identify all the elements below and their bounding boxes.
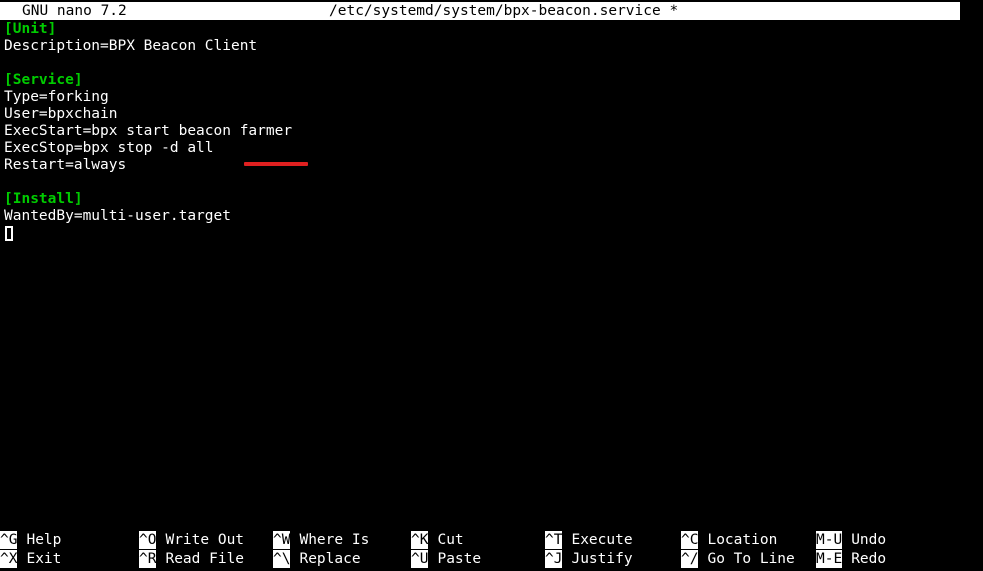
shortcut-cut[interactable]: ^K Cut [411, 531, 464, 549]
red-underline-annotation [244, 162, 308, 166]
shortcut-paste[interactable]: ^U Paste [411, 550, 481, 568]
config-section-header: [Unit] [4, 21, 57, 37]
shortcut-where-is[interactable]: ^W Where Is [273, 531, 369, 549]
config-line: Type=forking [4, 89, 109, 105]
config-line: Restart=always [4, 157, 127, 173]
shortcut-read-file[interactable]: ^R Read File [139, 550, 244, 568]
shortcut-label: Undo [851, 532, 887, 548]
editor-text-area[interactable]: [Unit] Description=BPX Beacon Client [Serv… [0, 21, 983, 521]
shortcut-key: ^\ [273, 550, 291, 568]
shortcut-label: Redo [851, 551, 887, 567]
shortcut-key: ^W [273, 531, 291, 549]
shortcut-label: Go To Line [707, 551, 795, 567]
shortcut-key: M-U [816, 531, 843, 549]
shortcut-help[interactable]: ^G Help [0, 531, 61, 549]
shortcut-label: Justify [571, 551, 633, 567]
shortcut-label: Paste [437, 551, 482, 567]
shortcut-label: Execute [571, 532, 633, 548]
config-line: ExecStart=bpx start beacon farmer [4, 123, 293, 139]
shortcut-key: M-E [816, 550, 843, 568]
shortcut-label: Location [707, 532, 778, 548]
shortcut-key: ^T [545, 531, 563, 549]
shortcut-exit[interactable]: ^X Exit [0, 550, 61, 568]
shortcut-label: Replace [299, 551, 361, 567]
shortcut-redo[interactable]: M-E Redo [816, 550, 886, 568]
config-section-header: [Install] [4, 191, 83, 207]
shortcut-label: Exit [26, 551, 62, 567]
shortcut-undo[interactable]: M-U Undo [816, 531, 886, 549]
shortcut-key: ^R [139, 550, 157, 568]
config-section-header: [Service] [4, 72, 83, 88]
shortcut-key: ^/ [681, 550, 699, 568]
config-line: ExecStop=bpx stop -d all [4, 140, 214, 156]
shortcut-justify[interactable]: ^J Justify [545, 550, 633, 568]
shortcut-label: Read File [165, 551, 245, 567]
shortcut-replace[interactable]: ^\ Replace [273, 550, 361, 568]
shortcut-key: ^X [0, 550, 18, 568]
shortcut-execute[interactable]: ^T Execute [545, 531, 633, 549]
shortcut-key: ^C [681, 531, 699, 549]
shortcut-label: Where Is [299, 532, 370, 548]
titlebar: GNU nano 7.2 /etc/systemd/system/bpx-bea… [0, 2, 960, 20]
shortcut-key: ^O [139, 531, 157, 549]
shortcut-key: ^J [545, 550, 563, 568]
text-cursor [5, 226, 13, 241]
nano-version-label: GNU nano 7.2 [22, 3, 127, 19]
config-line: Description=BPX Beacon Client [4, 38, 258, 54]
shortcut-key: ^K [411, 531, 429, 549]
shortcut-go-to-line[interactable]: ^/ Go To Line [681, 550, 795, 568]
shortcut-label: Help [26, 532, 62, 548]
shortcut-key: ^G [0, 531, 18, 549]
shortcut-bar: ^G Help ^X Exit ^O Write Out ^R Read File ^W Wher… [0, 531, 983, 571]
shortcut-write-out[interactable]: ^O Write Out [139, 531, 244, 549]
shortcut-label: Cut [437, 532, 464, 548]
shortcut-key: ^U [411, 550, 429, 568]
file-path-label: /etc/systemd/system/bpx-beacon.service * [329, 3, 679, 19]
shortcut-label: Write Out [165, 532, 245, 548]
config-line: WantedBy=multi-user.target [4, 208, 231, 224]
shortcut-location[interactable]: ^C Location [681, 531, 777, 549]
config-line: User=bpxchain [4, 106, 118, 122]
